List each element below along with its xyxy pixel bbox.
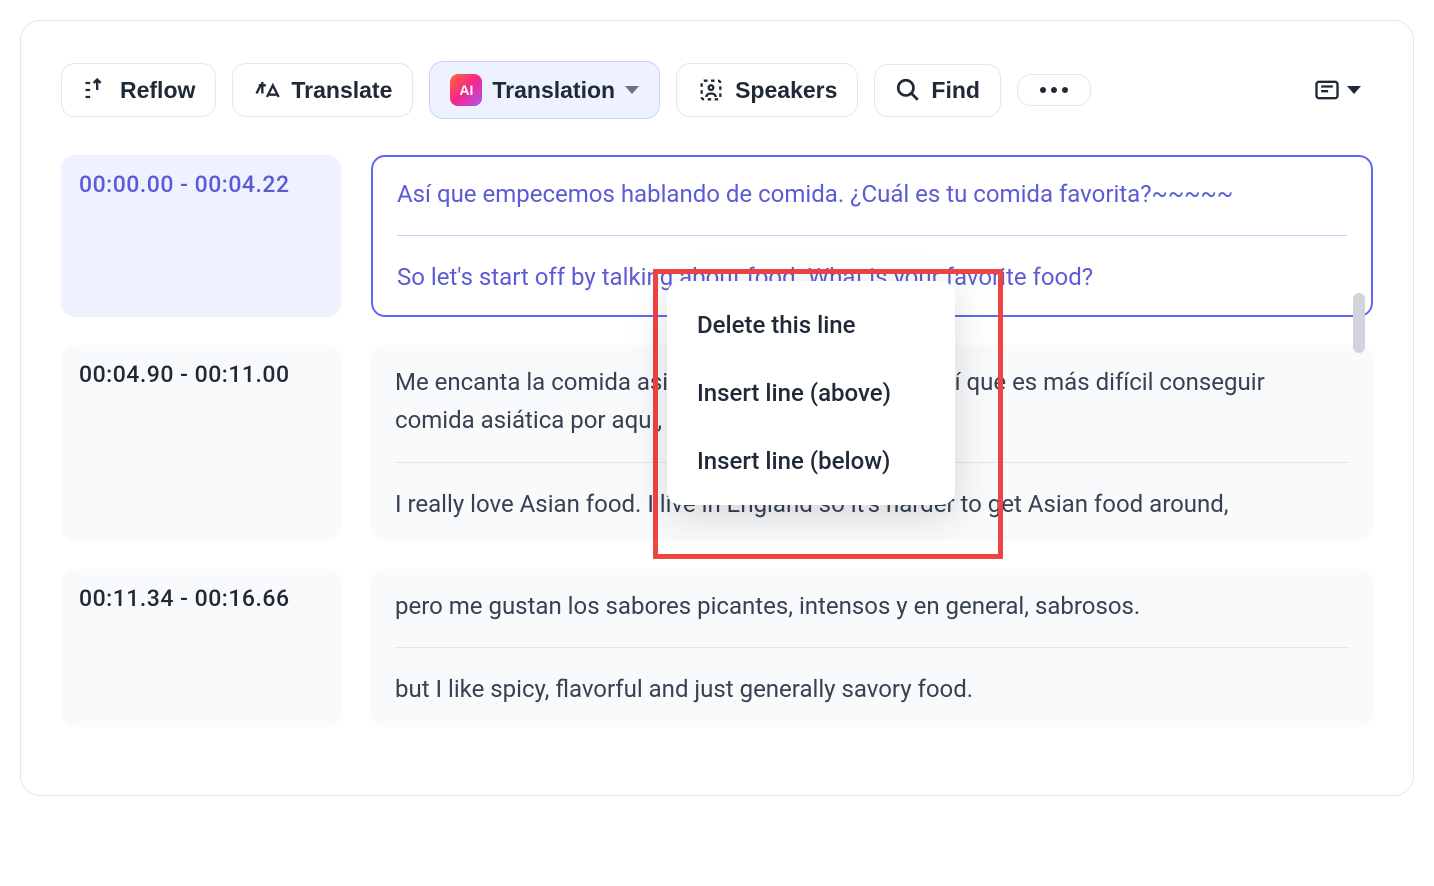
speakers-icon xyxy=(697,76,725,104)
translate-button[interactable]: Translate xyxy=(232,63,413,117)
translate-icon xyxy=(253,76,281,104)
reflow-button[interactable]: Reflow xyxy=(61,63,216,117)
translation-label: Translation xyxy=(492,77,615,104)
toolbar: Reflow Translate AI Translation xyxy=(61,61,1373,119)
timestamp[interactable]: 00:11.34 - 00:16.66 xyxy=(61,569,341,727)
source-text[interactable]: pero me gustan los sabores picantes, int… xyxy=(395,587,1349,625)
context-menu: Delete this line Insert line (above) Ins… xyxy=(667,281,955,505)
timestamp[interactable]: 00:00.00 - 00:04.22 xyxy=(61,155,341,317)
scrollbar[interactable] xyxy=(1353,293,1365,353)
find-button[interactable]: Find xyxy=(874,64,1001,117)
timestamp[interactable]: 00:04.90 - 00:11.00 xyxy=(61,345,341,541)
editor-container: Reflow Translate AI Translation xyxy=(20,20,1414,796)
segment-content[interactable]: pero me gustan los sabores picantes, int… xyxy=(371,569,1373,727)
more-icon xyxy=(1040,87,1068,93)
search-icon xyxy=(895,77,921,103)
ai-icon: AI xyxy=(450,74,482,106)
source-text[interactable]: Así que empecemos hablando de comida. ¿C… xyxy=(397,175,1347,213)
view-toggle-icon xyxy=(1313,76,1361,104)
divider xyxy=(397,235,1347,236)
insert-above-item[interactable]: Insert line (above) xyxy=(667,359,955,427)
translation-dropdown-button[interactable]: AI Translation xyxy=(429,61,660,119)
more-button[interactable] xyxy=(1017,74,1091,106)
find-label: Find xyxy=(931,77,980,104)
view-toggle-button[interactable] xyxy=(1301,68,1373,112)
translate-label: Translate xyxy=(291,77,392,104)
speakers-button[interactable]: Speakers xyxy=(676,63,858,117)
speakers-label: Speakers xyxy=(735,77,837,104)
delete-line-item[interactable]: Delete this line xyxy=(667,291,955,359)
insert-below-item[interactable]: Insert line (below) xyxy=(667,427,955,495)
reflow-icon xyxy=(82,76,110,104)
translation-text[interactable]: but I like spicy, flavorful and just gen… xyxy=(395,670,1349,708)
reflow-label: Reflow xyxy=(120,77,195,104)
divider xyxy=(395,647,1349,648)
segment-row: 00:11.34 - 00:16.66 pero me gustan los s… xyxy=(61,569,1373,727)
chevron-down-icon xyxy=(625,86,639,94)
